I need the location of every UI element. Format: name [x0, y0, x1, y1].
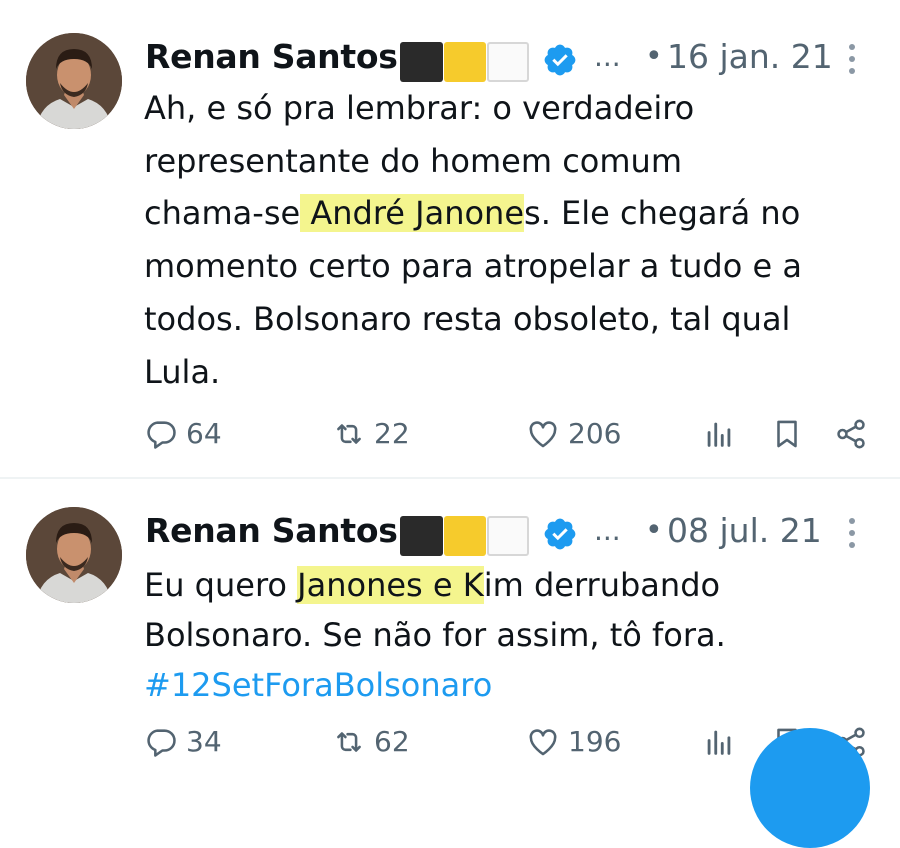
tweet-text: Ah, e só pra lembrar: o verdadeiro repre… [144, 82, 884, 398]
highlighted-text: André Janone [300, 194, 525, 233]
retweet-icon [337, 424, 361, 444]
bookmark-icon [777, 420, 797, 448]
tweet-date[interactable]: 08 jul. 21 [667, 508, 822, 554]
reply-button[interactable]: 64 [144, 414, 222, 454]
text-line: representante do homem comum [144, 135, 884, 188]
share-icon [837, 419, 865, 449]
views-button[interactable] [702, 414, 736, 454]
heart-icon [529, 729, 557, 756]
reply-count: 64 [186, 417, 222, 450]
white-square-icon [487, 42, 529, 82]
author-name[interactable]: Renan Santos [145, 508, 398, 554]
avatar[interactable] [26, 507, 122, 603]
text-run: todos. Bolsonaro resta obsoleto, tal qua… [144, 299, 791, 338]
text-line: Lula. [144, 346, 884, 399]
black-square-icon [400, 516, 443, 556]
text-run: Lula. [144, 352, 221, 391]
separator-dot: • [645, 39, 663, 74]
share-button[interactable] [834, 414, 868, 454]
retweet-button[interactable]: 22 [332, 414, 410, 454]
text-run: representante do homem comum [144, 141, 682, 180]
yellow-square-icon [444, 42, 486, 82]
retweet-count: 22 [374, 417, 410, 450]
retweet-icon [337, 732, 361, 752]
tweet[interactable]: Renan Santos ... • 16 jan. 21 Ah, e só p… [0, 0, 900, 478]
highlighted-text: Janones e K [297, 566, 484, 604]
like-button[interactable]: 206 [526, 414, 621, 454]
more-vertical-icon[interactable] [845, 516, 859, 550]
text-run: chama-se [144, 194, 301, 233]
avatar[interactable] [26, 33, 122, 129]
name-truncation: ... [594, 40, 621, 73]
like-count: 196 [568, 725, 622, 758]
text-line: Eu quero Janones e Kim derrubando [144, 560, 884, 610]
verified-badge-icon [544, 518, 576, 550]
text-line: momento certo para atropelar a tudo e a [144, 240, 884, 293]
views-button[interactable] [702, 722, 736, 762]
black-square-icon [400, 42, 443, 82]
reply-icon [147, 421, 176, 449]
text-run: Eu quero [144, 566, 298, 604]
text-run: Bolsonaro. Se não for assim, tô fora. [144, 616, 726, 654]
white-square-icon [487, 516, 529, 556]
text-line: Ah, e só pra lembrar: o verdadeiro [144, 82, 884, 135]
text-run: s. Ele chegará no [524, 194, 801, 233]
reply-icon [147, 729, 176, 757]
yellow-square-icon [444, 516, 486, 556]
tweet-date[interactable]: 16 jan. 21 [667, 34, 833, 80]
text-run: im derrubando [483, 566, 721, 604]
separator-dot: • [645, 513, 663, 548]
retweet-button[interactable]: 62 [332, 722, 410, 762]
reply-button[interactable]: 34 [144, 722, 222, 762]
like-button[interactable]: 196 [526, 722, 621, 762]
retweet-count: 62 [374, 725, 410, 758]
hashtag-link[interactable]: #12SetForaBolsonaro [144, 666, 492, 704]
tweet[interactable]: Renan Santos ... • 08 jul. 21 Eu quero J… [0, 480, 900, 777]
views-icon [707, 422, 731, 447]
tweet-divider [0, 477, 900, 479]
like-count: 206 [568, 417, 622, 450]
tweet-header: Renan Santos ... • 16 jan. 21 [145, 34, 885, 84]
compose-fab-button[interactable] [750, 728, 870, 848]
text-line: Bolsonaro. Se não for assim, tô fora. [144, 610, 884, 660]
name-truncation: ... [594, 514, 621, 547]
text-line: chama-se André Janones. Ele chegará no [144, 187, 884, 240]
views-icon [707, 730, 731, 755]
text-line: #12SetForaBolsonaro [144, 660, 884, 710]
heart-icon [529, 421, 557, 448]
reply-count: 34 [186, 725, 222, 758]
text-run: Ah, e só pra lembrar: o verdadeiro [144, 89, 695, 127]
bookmark-button[interactable] [770, 414, 804, 454]
text-line: todos. Bolsonaro resta obsoleto, tal qua… [144, 293, 884, 346]
action-bar: 64 22 206 [140, 414, 880, 454]
author-name[interactable]: Renan Santos [145, 34, 398, 80]
text-run: momento certo para atropelar a tudo e a [144, 247, 802, 286]
tweet-text: Eu quero Janones e Kim derrubando Bolson… [144, 560, 884, 710]
verified-badge-icon [544, 44, 576, 76]
more-vertical-icon[interactable] [845, 42, 859, 76]
tweet-header: Renan Santos ... • 08 jul. 21 [145, 508, 885, 558]
